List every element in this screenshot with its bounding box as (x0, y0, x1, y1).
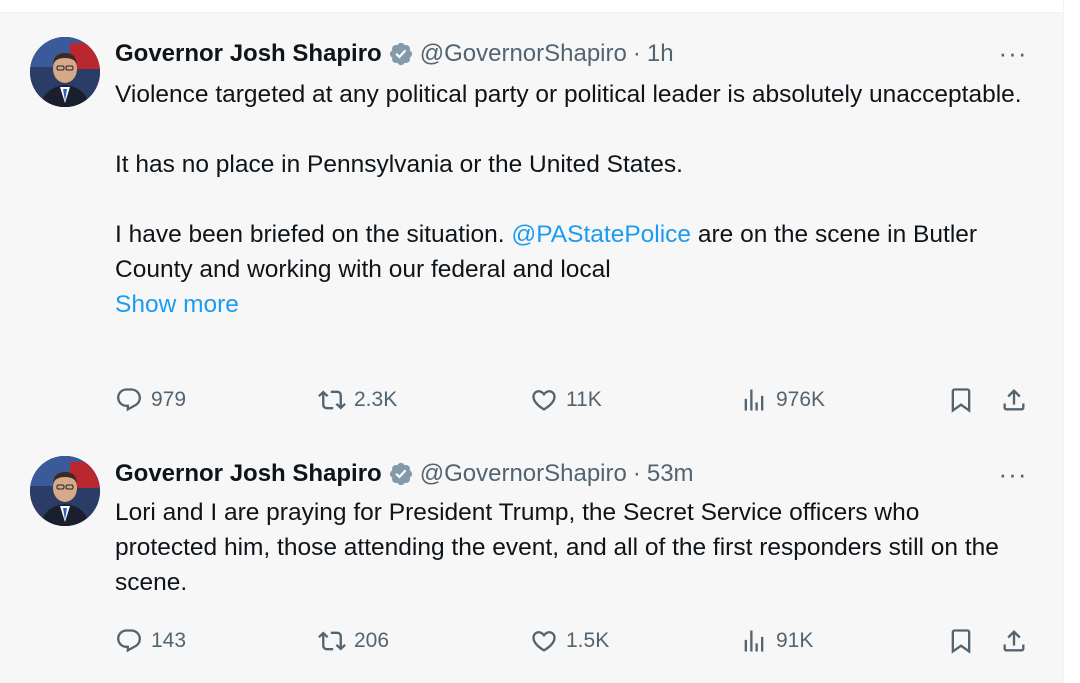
tweet-paragraph: Lori and I are praying for President Tru… (115, 499, 999, 596)
views-button[interactable]: 976K (740, 383, 825, 417)
bookmark-button[interactable] (947, 383, 975, 417)
reply-count: 143 (151, 629, 187, 652)
author-name[interactable]: Governor Josh Shapiro (115, 40, 382, 68)
tweet-text: Violence targeted at any political party… (115, 77, 1025, 322)
views-chart-icon (744, 630, 764, 652)
share-icon (1003, 389, 1025, 411)
reply-button[interactable]: 143 (115, 624, 186, 658)
like-count: 1.5K (566, 629, 610, 652)
tweet-header: Governor Josh Shapiro @GovernorShapiro ·… (115, 37, 674, 71)
author-name[interactable]: Governor Josh Shapiro (115, 460, 382, 488)
bookmark-icon (951, 629, 971, 654)
bookmark-button[interactable] (947, 624, 975, 658)
avatar[interactable] (30, 456, 100, 526)
reply-icon (117, 388, 141, 412)
views-count: 91K (776, 629, 814, 652)
tweet-actions: 143 206 1.5K 91K (115, 624, 1035, 658)
tweet-paragraph: Violence targeted at any political party… (115, 81, 1022, 108)
reply-count: 979 (151, 388, 187, 411)
repost-button[interactable]: 206 (318, 624, 389, 658)
tweet-paragraph: It has no place in Pennsylvania or the U… (115, 151, 683, 178)
views-count: 976K (776, 388, 826, 411)
share-icon (1003, 630, 1025, 652)
heart-icon (532, 631, 556, 652)
more-options-button[interactable]: ··· (995, 459, 1031, 489)
separator-dot: · (632, 460, 641, 487)
views-button[interactable]: 91K (740, 624, 813, 658)
share-button[interactable] (1000, 383, 1028, 417)
tweet-text-segment: I have been briefed on the situation. (115, 221, 512, 248)
tweet[interactable]: Governor Josh Shapiro @GovernorShapiro ·… (0, 436, 1063, 683)
reply-button[interactable]: 979 (115, 383, 186, 417)
repost-icon (318, 631, 346, 651)
author-handle[interactable]: @GovernorShapiro (420, 460, 627, 488)
views-chart-icon (744, 389, 764, 411)
tweet-paragraph: I have been briefed on the situation. @P… (115, 217, 1025, 287)
show-more-link[interactable]: Show more (115, 291, 239, 318)
repost-icon (318, 390, 346, 410)
tweet[interactable]: Governor Josh Shapiro @GovernorShapiro ·… (0, 12, 1063, 436)
like-count: 11K (566, 388, 602, 411)
like-button[interactable]: 1.5K (530, 624, 609, 658)
repost-count: 206 (354, 629, 390, 652)
bookmark-icon (951, 388, 971, 413)
tweet-header: Governor Josh Shapiro @GovernorShapiro ·… (115, 457, 694, 491)
verified-badge-icon[interactable] (388, 41, 414, 67)
tweet-text: Lori and I are praying for President Tru… (115, 495, 1025, 600)
author-handle[interactable]: @GovernorShapiro (420, 40, 627, 68)
tweet-timestamp[interactable]: 53m (647, 460, 694, 488)
tweet-actions: 979 2.3K 11K 976K (115, 383, 1035, 417)
repost-count: 2.3K (354, 388, 398, 411)
more-options-button[interactable]: ··· (995, 38, 1031, 68)
tweet-feed: Governor Josh Shapiro @GovernorShapiro ·… (0, 0, 1064, 683)
tweet-timestamp[interactable]: 1h (647, 40, 674, 68)
separator-dot: · (632, 40, 641, 67)
like-button[interactable]: 11K (530, 383, 602, 417)
verified-badge-icon[interactable] (388, 461, 414, 487)
avatar[interactable] (30, 37, 100, 107)
repost-button[interactable]: 2.3K (318, 383, 397, 417)
heart-icon (532, 390, 556, 411)
mention-link[interactable]: @PAStatePolice (511, 221, 691, 248)
reply-icon (117, 629, 141, 653)
share-button[interactable] (1000, 624, 1028, 658)
